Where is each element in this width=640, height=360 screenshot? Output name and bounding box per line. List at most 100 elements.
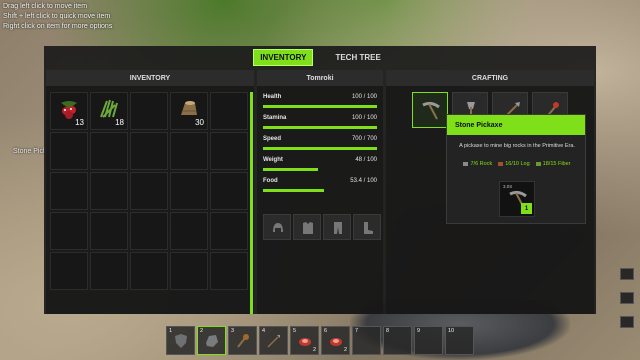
inventory-slot[interactable] <box>170 212 208 250</box>
slot-quantity: 18 <box>115 118 124 127</box>
stat-value: 100 / 100 <box>351 94 377 100</box>
stat-value: 100 / 100 <box>351 115 377 121</box>
boots-icon <box>364 222 373 234</box>
hotbar-slot-7[interactable]: 7 <box>352 326 381 355</box>
inventory-slot[interactable] <box>210 172 248 210</box>
hotbar-slot-4[interactable]: 4 <box>259 326 288 355</box>
inventory-slot[interactable] <box>130 252 168 290</box>
inventory-slot[interactable] <box>130 172 168 210</box>
tab-inventory[interactable]: INVENTORY <box>253 48 314 66</box>
inventory-slot-log[interactable]: 30 <box>170 92 208 130</box>
crafting-header: CRAFTING <box>386 70 594 86</box>
slot-quantity: 13 <box>75 118 84 127</box>
stat-fill <box>263 189 324 192</box>
equip-slot-legs[interactable] <box>323 214 351 240</box>
recipe-stone-pickaxe[interactable] <box>412 92 448 128</box>
world-item-label: Stone Pick <box>13 148 47 155</box>
inventory-slot[interactable] <box>130 132 168 170</box>
cost-log: 16/10 Log <box>498 161 530 167</box>
stone-pickaxe-icon <box>422 101 440 120</box>
hint-shift: Shift + left click to quick move item <box>3 13 111 20</box>
stat-weight: Weight 48 / 100 <box>261 157 379 177</box>
stat-fill <box>263 126 377 129</box>
stat-value: 700 / 700 <box>351 136 377 142</box>
hotbar-slot-6[interactable]: 6 2 <box>321 326 350 355</box>
stat-fill <box>263 147 377 150</box>
shield-icon <box>175 334 187 348</box>
cost-rock: 7/6 Rock <box>463 161 492 167</box>
inventory-slot[interactable] <box>210 132 248 170</box>
inventory-slot[interactable] <box>170 172 208 210</box>
recipe-tooltip: Stone Pickaxe A pickaxe to mine big rock… <box>446 114 586 224</box>
tab-tech-tree[interactable]: TECH TREE <box>329 50 386 65</box>
inventory-slot[interactable] <box>210 212 248 250</box>
stat-health: Health 100 / 100 <box>261 94 379 114</box>
character-panel: Tomroki Health 100 / 100 Stamina 100 / 1… <box>257 70 383 314</box>
inventory-panel: INVENTORY 13 18 30 <box>46 70 254 314</box>
stat-label: Weight <box>263 157 283 163</box>
inventory-slot[interactable] <box>170 252 208 290</box>
tooltip-description: A pickaxe to mine big rocks in the Primi… <box>459 143 575 149</box>
spear-icon <box>267 335 280 348</box>
hint-right-click: Right click on item for more options <box>3 23 113 30</box>
side-hud-icon <box>620 292 634 304</box>
stat-label: Food <box>263 178 278 184</box>
inventory-slot[interactable] <box>50 172 88 210</box>
inventory-slot-empty[interactable] <box>130 92 168 130</box>
inventory-slot[interactable] <box>210 252 248 290</box>
inventory-slot-berries[interactable]: 13 <box>50 92 88 130</box>
inventory-slot[interactable] <box>90 212 128 250</box>
hotbar-slot-5[interactable]: 5 2 <box>290 326 319 355</box>
stat-label: Health <box>263 94 282 100</box>
stat-label: Stamina <box>263 115 287 121</box>
fiber-icon <box>535 161 541 166</box>
inventory-header: INVENTORY <box>46 70 254 86</box>
inventory-slot-fiber[interactable]: 18 <box>90 92 128 130</box>
stat-speed: Speed 700 / 700 <box>261 136 379 156</box>
inventory-scrollbar[interactable] <box>250 92 253 314</box>
craft-button[interactable]: 3.0S 1 <box>499 181 535 217</box>
hint-drag: Drag left click to move item <box>3 3 88 10</box>
stat-fill <box>263 168 318 171</box>
hotbar: 1 2 3 4 5 2 6 2 7 8 9 10 <box>166 326 474 355</box>
stat-label: Speed <box>263 136 282 142</box>
inventory-slot[interactable] <box>90 252 128 290</box>
hotbar-slot-1[interactable]: 1 <box>166 326 195 355</box>
equip-slot-chest[interactable] <box>293 214 321 240</box>
stat-fill <box>263 105 377 108</box>
slot-quantity: 30 <box>195 118 204 127</box>
tooltip-costs: 7/6 Rock 16/10 Log 18/15 Fiber <box>447 161 587 167</box>
side-hud-icon <box>620 316 634 328</box>
craft-amount-badge: 1 <box>521 203 532 214</box>
hotbar-slot-2[interactable]: 2 <box>197 326 226 355</box>
rock-icon <box>463 161 469 166</box>
hotbar-slot-9[interactable]: 9 <box>414 326 443 355</box>
side-hud-icon <box>620 268 634 280</box>
equip-slot-feet[interactable] <box>353 214 381 240</box>
hotbar-slot-3[interactable]: 3 <box>228 326 257 355</box>
inventory-slot[interactable] <box>50 132 88 170</box>
chest-armor-icon <box>303 222 313 234</box>
character-name: Tomroki <box>257 70 383 86</box>
raw-meat-icon <box>299 338 311 346</box>
inventory-slot[interactable] <box>50 212 88 250</box>
hotbar-slot-8[interactable]: 8 <box>383 326 412 355</box>
inventory-slot[interactable] <box>90 132 128 170</box>
helmet-icon <box>273 223 283 232</box>
inventory-slot[interactable] <box>130 212 168 250</box>
inventory-slot[interactable] <box>90 172 128 210</box>
stat-value: 48 / 100 <box>355 157 377 163</box>
stat-food: Food 53.4 / 100 <box>261 178 379 198</box>
inventory-slot[interactable] <box>170 132 208 170</box>
inventory-slot[interactable] <box>50 252 88 290</box>
equip-slot-head[interactable] <box>263 214 291 240</box>
cost-fiber: 18/15 Fiber <box>535 161 571 167</box>
stat-stamina: Stamina 100 / 100 <box>261 115 379 135</box>
inventory-slot[interactable] <box>210 92 248 130</box>
tooltip-title: Stone Pickaxe <box>447 115 585 135</box>
raw-meat-icon <box>330 338 342 346</box>
torch-icon <box>237 334 249 348</box>
pants-icon <box>334 222 342 234</box>
rock-icon <box>206 335 218 347</box>
hotbar-slot-10[interactable]: 10 <box>445 326 474 355</box>
